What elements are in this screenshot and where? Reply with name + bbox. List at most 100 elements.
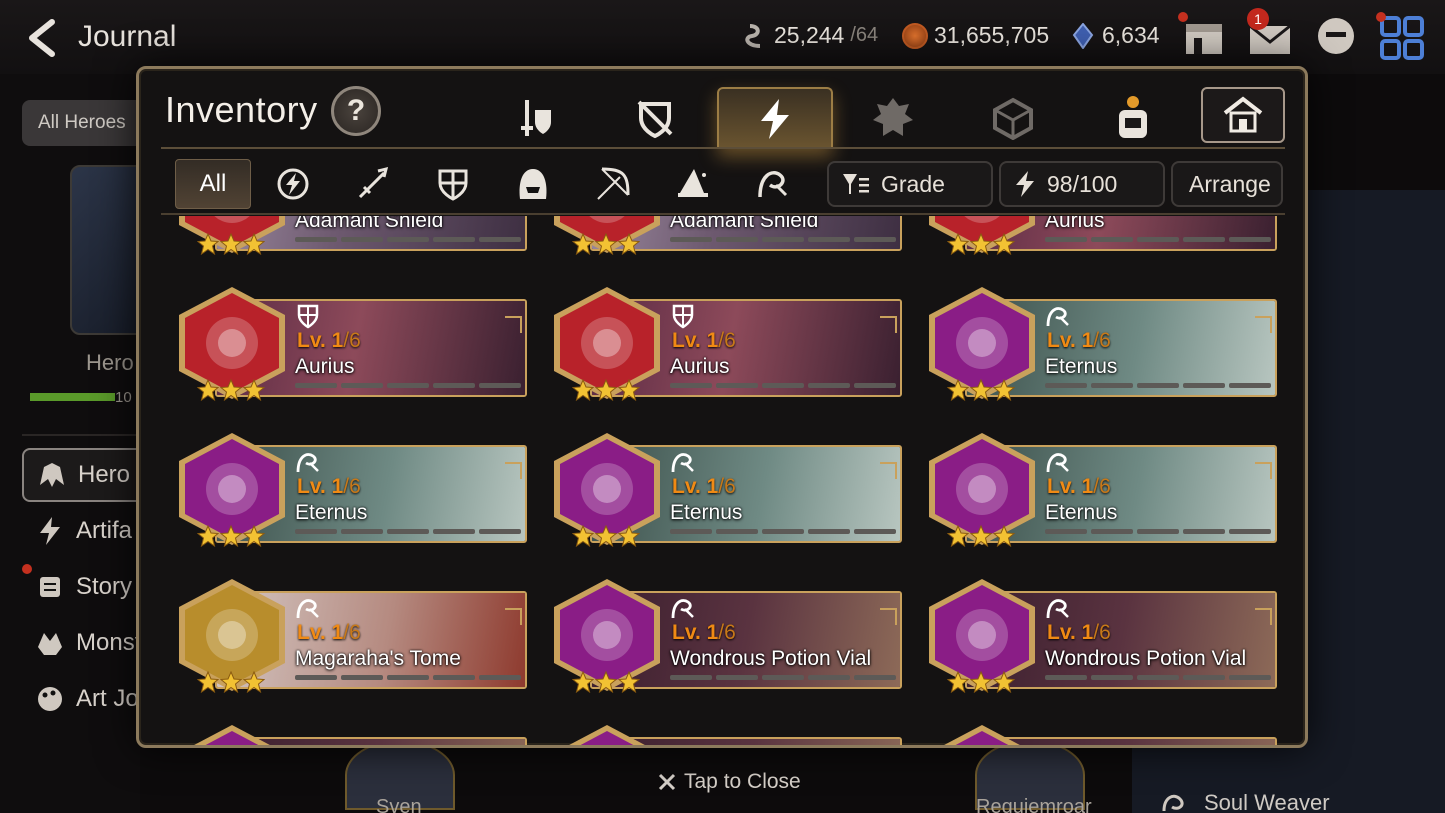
star-rating (197, 379, 265, 401)
star-icon (947, 671, 969, 693)
stamina-display[interactable]: 25,244 /64 (742, 22, 878, 49)
filter-ranger[interactable] (495, 159, 571, 209)
star-icon (220, 233, 242, 255)
filter-knight[interactable] (335, 159, 411, 209)
artifact-level: Lv. 1/6 (672, 329, 736, 353)
gold-display[interactable]: 31,655,705 (902, 22, 1049, 49)
artifact-card[interactable] (925, 723, 1277, 745)
star-rating (947, 525, 1015, 547)
star-icon (993, 379, 1015, 401)
hero-progress-bar (30, 393, 115, 401)
star-icon (197, 525, 219, 547)
artifact-card[interactable]: Lv. 1/6 Wondrous Potion Vial (925, 577, 1277, 693)
help-button[interactable]: ? (331, 86, 381, 136)
skystone-display[interactable]: 6,634 (1070, 22, 1160, 49)
star-icon (970, 525, 992, 547)
palette-icon (38, 687, 62, 711)
level-max: /6 (343, 621, 361, 644)
sidebar-divider (22, 434, 140, 436)
star-rating (197, 233, 265, 255)
artifact-card[interactable]: Lv. 1/6Aurius (925, 216, 1277, 255)
scroll-icon (40, 577, 60, 597)
arrange-label: Arrange (1189, 170, 1271, 197)
menu-grid-icon[interactable] (1378, 14, 1426, 62)
back-arrow-icon[interactable] (22, 16, 66, 60)
filter-catalyst[interactable] (735, 159, 811, 209)
filter-warrior[interactable] (255, 159, 331, 209)
tab-weapon[interactable] (479, 87, 595, 149)
soul-weaver-class-icon (758, 171, 788, 198)
filter-soul-weaver[interactable] (655, 159, 731, 209)
arrange-button[interactable]: Arrange (1171, 161, 1283, 207)
mail-badge: 1 (1247, 8, 1269, 30)
artifact-card[interactable]: Lv. 1/6Adamant Shield (175, 216, 527, 255)
star-icon (243, 525, 265, 547)
inventory-grid[interactable]: Lv. 1/6Adamant ShieldLv. 1/6Adamant Shie… (175, 216, 1285, 748)
tab-armor[interactable] (597, 87, 713, 149)
hero-progress-text: 10 (115, 389, 132, 406)
sidebar-item-label: Artifa (76, 517, 133, 544)
enhance-progress-bars (670, 383, 896, 388)
filter-thief[interactable] (415, 159, 491, 209)
level-max: /6 (343, 475, 361, 498)
artifact-card[interactable]: Lv. 1/6Aurius (175, 285, 527, 401)
artifact-card[interactable]: Lv. 1/6 Magaraha's Tome (175, 577, 527, 693)
level-current: Lv. 1 (1047, 475, 1094, 498)
star-icon (595, 525, 617, 547)
tab-rune[interactable] (955, 87, 1071, 149)
star-icon (993, 671, 1015, 693)
soul-weaver-icon (295, 741, 321, 748)
artifact-level: Lv. 1/6 (297, 475, 361, 499)
artifact-card[interactable] (175, 723, 527, 748)
artifact-card[interactable] (550, 723, 902, 748)
corner-ornament-icon (880, 316, 897, 333)
artifact-card[interactable]: Lv. 1/6 Eternus (550, 431, 902, 547)
chat-icon[interactable] (1312, 14, 1360, 62)
level-current: Lv. 1 (672, 475, 719, 498)
header-divider (161, 147, 1285, 149)
storage-button[interactable] (1201, 87, 1285, 143)
knight-icon (297, 304, 319, 329)
level-max: /6 (1093, 329, 1111, 352)
star-icon (970, 379, 992, 401)
star-rating (197, 525, 265, 547)
corner-ornament-icon (1255, 462, 1272, 479)
artifact-card[interactable]: Lv. 1/6Aurius (550, 285, 902, 401)
corner-ornament-icon (880, 608, 897, 625)
corner-ornament-icon (505, 608, 522, 625)
soul-weaver-icon (1162, 794, 1184, 812)
artifact-level: Lv. 1/6 (1047, 621, 1111, 645)
capacity-label: 98/100 (1047, 170, 1118, 197)
star-rating (947, 233, 1015, 255)
shop-icon[interactable] (1180, 14, 1228, 62)
tap-to-close[interactable]: Tap to Close (658, 770, 801, 794)
knight-icon (672, 304, 694, 329)
artifact-level: Lv. 1/6 (1047, 475, 1111, 499)
grade-sort-button[interactable]: Grade (827, 161, 993, 207)
tab-artifact[interactable] (717, 87, 833, 149)
menu-notification-dot (1376, 12, 1386, 22)
soul-weaver-icon (670, 741, 696, 748)
artifact-name: Adamant Shield (670, 216, 819, 232)
artifact-card[interactable]: Lv. 1/6 Eternus (175, 431, 527, 547)
enhance-progress-bars (670, 237, 896, 242)
enhance-progress-bars (295, 675, 521, 680)
tab-bag[interactable] (1075, 87, 1191, 149)
artifact-card[interactable]: Lv. 1/6 Wondrous Potion Vial (550, 577, 902, 693)
capacity-display[interactable]: 98/100 (999, 161, 1165, 207)
artifact-card[interactable]: Lv. 1/6 Eternus (925, 431, 1277, 547)
backpack-icon (1119, 96, 1147, 138)
filter-mage[interactable] (575, 159, 651, 209)
artifact-level: Lv. 1/6 (672, 475, 736, 499)
star-icon (220, 379, 242, 401)
level-max: /6 (718, 329, 736, 352)
filter-all[interactable]: All (175, 159, 251, 209)
tab-material[interactable] (835, 87, 951, 149)
star-icon (243, 379, 265, 401)
level-max: /6 (718, 621, 736, 644)
level-current: Lv. 1 (1047, 621, 1094, 644)
star-icon (572, 379, 594, 401)
artifact-card[interactable]: Lv. 1/6Adamant Shield (550, 216, 902, 255)
artifact-card[interactable]: Lv. 1/6 Eternus (925, 285, 1277, 401)
star-icon (993, 233, 1015, 255)
